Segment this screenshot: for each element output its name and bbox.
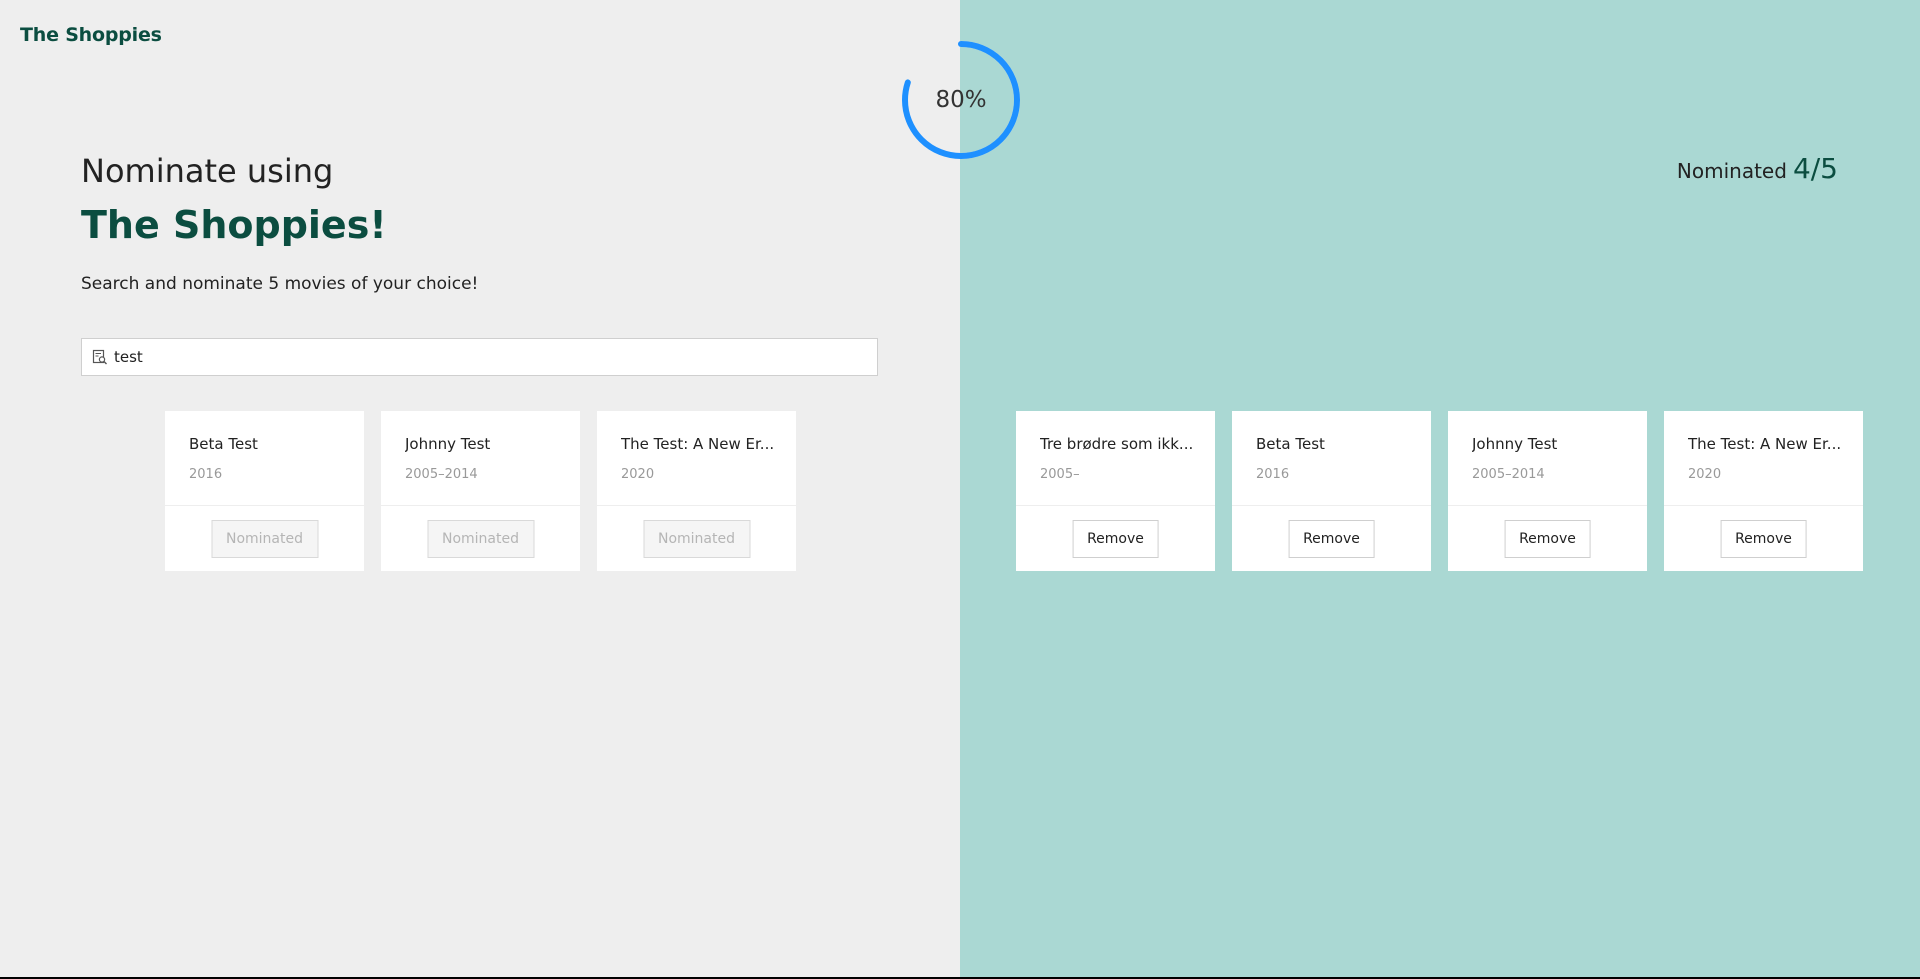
card-divider [1016,505,1215,506]
movie-title: The Test: A New Er... [621,435,775,453]
page-heading-brand: The Shoppies! [81,203,387,247]
result-card: The Test: A New Er... 2020 Nominated [597,411,796,571]
nominated-button[interactable]: Nominated [642,520,751,558]
nomination-card: Tre brødre som ikk... 2005– Remove [1016,411,1215,571]
search-input[interactable] [114,348,877,366]
nominated-button[interactable]: Nominated [210,520,319,558]
movie-title: The Test: A New Er... [1688,435,1842,453]
nominations-panel: Nominated 4/5 Tre brødre som ikk... 2005… [960,0,1920,977]
page-subtitle: Search and nominate 5 movies of your cho… [81,274,479,294]
nominated-count-value: 4/5 [1792,152,1838,185]
nominated-counter: Nominated 4/5 [1677,152,1838,185]
remove-button[interactable]: Remove [1072,520,1159,558]
movie-year: 2005– [1040,467,1080,482]
result-card: Johnny Test 2005–2014 Nominated [381,411,580,571]
remove-button[interactable]: Remove [1288,520,1375,558]
nomination-card: Beta Test 2016 Remove [1232,411,1431,571]
movie-year: 2016 [189,467,223,482]
progress-percent: 80% [935,87,987,113]
remove-button[interactable]: Remove [1720,520,1807,558]
nomination-card: Johnny Test 2005–2014 Remove [1448,411,1647,571]
card-divider [1232,505,1431,506]
search-panel: The Shoppies Nominate using The Shoppies… [0,0,960,977]
search-icon [92,349,108,365]
movie-year: 2016 [1256,467,1290,482]
movie-title: Johnny Test [405,435,491,453]
nominated-label: Nominated [1676,159,1787,183]
card-divider [165,505,364,506]
nominated-button[interactable]: Nominated [426,520,535,558]
page-heading: Nominate using [81,152,334,190]
movie-title: Johnny Test [1472,435,1558,453]
movie-title: Beta Test [1256,435,1325,453]
movie-year: 2020 [1688,467,1722,482]
card-divider [1664,505,1863,506]
result-card: Beta Test 2016 Nominated [165,411,364,571]
nomination-progress-ring: 80% [899,38,1023,162]
remove-button[interactable]: Remove [1504,520,1591,558]
movie-title: Tre brødre som ikk... [1040,435,1194,453]
search-bar[interactable] [81,338,878,376]
movie-year: 2005–2014 [1472,467,1545,482]
nomination-card: The Test: A New Er... 2020 Remove [1664,411,1863,571]
card-divider [597,505,796,506]
movie-year: 2005–2014 [405,467,478,482]
app-logo[interactable]: The Shoppies [20,24,162,46]
movie-title: Beta Test [189,435,258,453]
card-divider [381,505,580,506]
movie-year: 2020 [621,467,655,482]
card-divider [1448,505,1647,506]
